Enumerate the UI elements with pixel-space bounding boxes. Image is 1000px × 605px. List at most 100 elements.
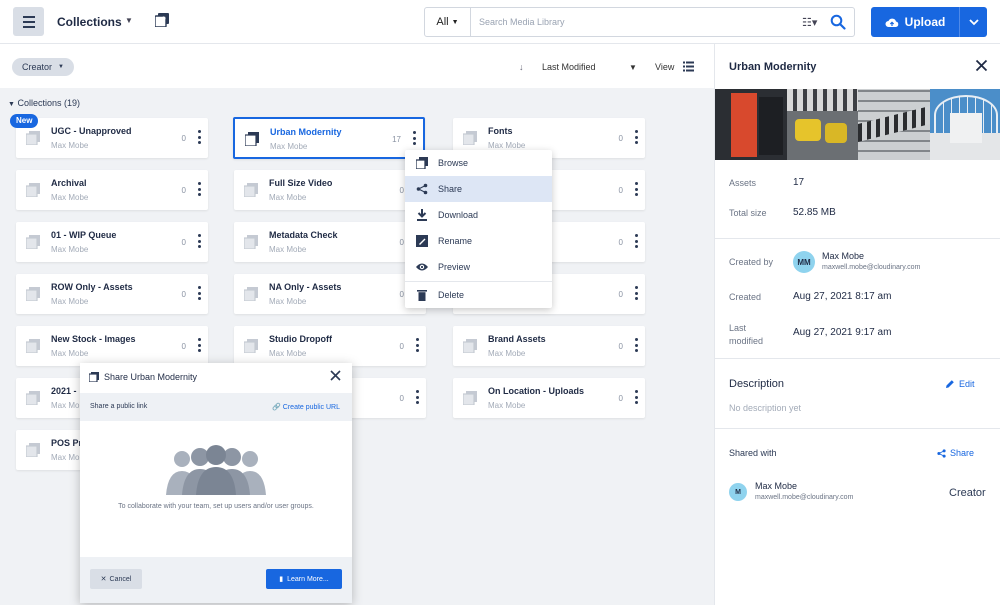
collection-owner: Max Mobe — [51, 193, 89, 202]
creator-filter-chip[interactable]: Creator ▼ — [12, 58, 74, 76]
created-value: Aug 27, 2021 8:17 am — [793, 291, 892, 302]
hamburger-menu-button[interactable] — [13, 7, 44, 36]
kebab-dot — [634, 338, 638, 341]
collection-card[interactable]: New Stock - Images Max Mobe 0 — [16, 326, 208, 366]
collection-asset-count: 0 — [181, 134, 186, 143]
collection-card[interactable]: Urban Modernity Max Mobe 17 — [233, 117, 425, 159]
menu-item-browse[interactable]: Browse — [405, 150, 552, 176]
upload-main-button[interactable]: Upload — [871, 7, 959, 37]
collections-title[interactable]: Collections — [57, 15, 122, 29]
chevron-down-icon[interactable]: ▼ — [125, 16, 133, 25]
collection-asset-count: 0 — [618, 186, 623, 195]
kebab-dot — [415, 390, 419, 393]
kebab-dot — [197, 135, 201, 139]
description-title: Description — [729, 378, 785, 390]
create-public-url-link[interactable]: 🔗 Create public URL — [272, 403, 340, 411]
collection-name: Brand Assets — [488, 334, 546, 344]
collection-thumbnails — [715, 89, 1000, 160]
collection-card[interactable]: UGC - Unapproved Max Mobe 0 — [16, 118, 208, 158]
more-options-icon[interactable] — [197, 338, 201, 352]
search-input[interactable] — [479, 14, 779, 30]
chevron-down-icon[interactable]: ▼ — [629, 63, 637, 72]
menu-item-rename[interactable]: Rename — [405, 228, 552, 254]
close-icon[interactable] — [975, 59, 988, 72]
kebab-dot — [634, 182, 638, 185]
collection-card[interactable]: NA Only - Assets Max Mobe 0 — [234, 274, 426, 314]
edit-description-button[interactable]: Edit — [945, 379, 975, 389]
kebab-dot — [415, 338, 419, 341]
collection-card[interactable]: Metadata Check Max Mobe 0 — [234, 222, 426, 262]
search-icon[interactable] — [830, 14, 846, 30]
divider — [715, 358, 1000, 359]
menu-item-preview[interactable]: Preview — [405, 254, 552, 280]
kebab-dot — [197, 130, 201, 133]
thumbnail-image[interactable] — [858, 89, 930, 160]
shared-user-role[interactable]: Creator — [949, 487, 986, 499]
more-options-icon[interactable] — [415, 338, 419, 352]
thumbnail-image[interactable] — [715, 89, 787, 160]
collection-card[interactable]: Full Size Video Max Mobe 0 — [234, 170, 426, 210]
collection-asset-count: 0 — [181, 290, 186, 299]
more-options-icon[interactable] — [415, 390, 419, 404]
creator-chip-label: Creator — [22, 62, 53, 72]
kebab-dot — [634, 349, 638, 352]
book-icon: ▮ — [279, 576, 284, 583]
share-button[interactable]: Share — [937, 448, 974, 458]
collection-owner: Max Mobe — [269, 193, 307, 202]
pencil-icon — [946, 380, 954, 388]
collection-card[interactable]: Brand Assets Max Mobe 0 — [453, 326, 645, 366]
chevron-down-icon: ▼ — [8, 101, 15, 108]
kebab-dot — [634, 291, 638, 295]
more-options-icon[interactable] — [634, 234, 638, 248]
learn-more-button[interactable]: ▮ Learn More... — [266, 569, 342, 589]
assets-value: 17 — [793, 177, 805, 188]
kebab-dot — [197, 343, 201, 347]
sort-direction-icon[interactable]: ↓ — [519, 62, 524, 72]
more-options-icon[interactable] — [197, 130, 201, 144]
upload-button[interactable]: Upload — [871, 7, 987, 37]
thumbnail-shape — [759, 97, 783, 155]
collection-owner: Max Mobe — [51, 141, 89, 150]
more-options-icon[interactable] — [634, 130, 638, 144]
cancel-button[interactable]: ✕ Cancel — [90, 569, 142, 589]
add-collection-icon[interactable] — [155, 13, 169, 27]
search-scope-value: All — [436, 16, 449, 28]
collection-asset-count: 0 — [618, 342, 623, 351]
collection-card[interactable]: Archival Max Mobe 0 — [16, 170, 208, 210]
share-dialog-help-text: To collaborate with your team, set up us… — [118, 503, 314, 510]
cloud-upload-icon — [885, 18, 898, 27]
thumbnail-image[interactable] — [929, 89, 1000, 160]
more-options-icon[interactable] — [197, 234, 201, 248]
more-options-icon[interactable] — [197, 286, 201, 300]
more-options-icon[interactable] — [634, 338, 638, 352]
more-options-icon[interactable] — [634, 390, 638, 404]
close-icon: ✕ — [100, 576, 107, 583]
menu-item-share[interactable]: Share — [405, 176, 552, 202]
more-options-icon[interactable] — [634, 182, 638, 196]
collection-card[interactable]: On Location - Uploads Max Mobe 0 — [453, 378, 645, 418]
collection-card[interactable]: 01 - WIP Queue Max Mobe 0 — [16, 222, 208, 262]
collection-name: Metadata Check — [269, 230, 338, 240]
download-icon — [417, 209, 427, 221]
collections-count-header[interactable]: ▼ Collections (19) — [8, 98, 80, 108]
upload-options-button[interactable] — [959, 7, 987, 37]
last-modified-value: Aug 27, 2021 9:17 am — [793, 327, 892, 338]
advanced-search-icon[interactable]: ☷▾ — [802, 16, 817, 29]
collection-owner: Max Mobe — [488, 401, 526, 410]
menu-item-delete[interactable]: Delete — [405, 282, 552, 308]
collection-card[interactable]: Studio Dropoff Max Mobe 0 — [234, 326, 426, 366]
collection-card[interactable]: ROW Only - Assets Max Mobe 0 — [16, 274, 208, 314]
menu-item-download[interactable]: Download — [405, 202, 552, 228]
thumbnail-image[interactable] — [786, 89, 858, 160]
divider — [715, 238, 1000, 239]
collection-icon — [245, 132, 259, 146]
more-options-icon[interactable] — [412, 131, 416, 145]
list-view-icon[interactable] — [683, 61, 694, 72]
close-icon[interactable] — [329, 369, 342, 382]
more-options-icon[interactable] — [634, 286, 638, 300]
view-toggle-label[interactable]: View — [655, 62, 674, 72]
sort-select[interactable]: Last Modified — [542, 62, 596, 72]
more-options-icon[interactable] — [197, 182, 201, 196]
search-scope-select[interactable]: All ▼ — [425, 8, 471, 36]
kebab-dot — [197, 297, 201, 300]
